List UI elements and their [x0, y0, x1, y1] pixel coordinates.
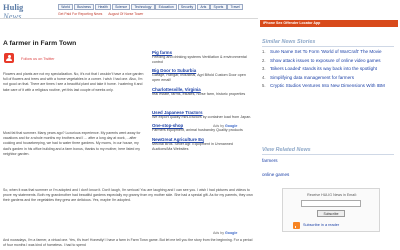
header-links: Get Paid For Reporting News August Of No…	[58, 12, 258, 17]
sidebar-divider	[262, 46, 394, 47]
nav-business[interactable]: Business	[73, 4, 95, 10]
list-item: 2. Show attack issues to exposure of onli…	[262, 58, 395, 64]
news-link[interactable]: Show attack issues to exposure of online…	[270, 58, 381, 64]
ad-text: Garage, Hangar, Industrial, Agri Bifold …	[152, 73, 246, 82]
ad-spacer	[152, 101, 252, 110]
ad-unit[interactable]: Used Japanese Tractors We export quality…	[152, 110, 252, 120]
nav-technology[interactable]: Technology	[131, 4, 155, 10]
ads-by-google[interactable]: Ads by Google	[213, 231, 237, 235]
rss-icon[interactable]	[293, 222, 300, 229]
ad-text: Farmers equipment, animal husbandry Qual…	[152, 128, 243, 133]
ads-by-prefix: Ads by	[213, 231, 224, 235]
header-divider	[0, 18, 258, 19]
subscribe-label: Receive HULIG News in Email:	[307, 193, 357, 197]
related-link-farmers[interactable]: farmers	[262, 158, 278, 163]
ads-by-google[interactable]: Ads by Google	[213, 124, 237, 128]
list-number: 3.	[262, 66, 266, 71]
news-link[interactable]: Sure Name Set To Form 'World of WarCraft…	[270, 49, 382, 55]
nav-travel[interactable]: Travel	[227, 4, 244, 10]
subscribe-button[interactable]: Subscribe	[317, 210, 345, 217]
email-subscribe-box: Receive HULIG News in Email: Subscribe S…	[282, 188, 380, 232]
ad-text: real estate, farms, estates, horse farm,…	[152, 91, 246, 96]
list-item: 5. Cryptic Studios Ventures Into New Dime…	[262, 83, 395, 89]
news-link[interactable]: 'Bikers Loaded' stands its way back into…	[270, 66, 377, 72]
ad-unit[interactable]: Big Door to Suburbia Garage, Hangar, Ind…	[152, 68, 252, 82]
ads-by-brand: Google	[225, 124, 238, 128]
list-number: 4.	[262, 74, 266, 80]
nav-health[interactable]: Health	[94, 4, 112, 10]
ad-unit[interactable]: Charlottesville, Virginia real estate, f…	[152, 87, 252, 97]
news-link[interactable]: Cryptic Studios Ventures Into New Dimens…	[270, 83, 385, 89]
promo-banner[interactable]: iPhone Sex Offender Locator App	[260, 20, 398, 27]
main-nav: World Business Health Science Technology…	[58, 4, 244, 10]
paid-reporting-link[interactable]: Get Paid For Reporting News	[58, 12, 102, 17]
list-number: 2.	[262, 57, 266, 63]
article-paragraph: Flowers and plants are not my specializa…	[3, 72, 144, 92]
similar-news-heading: Similar News Stories	[262, 39, 316, 45]
email-field[interactable]	[301, 200, 361, 207]
twitter-follow-icon[interactable]	[4, 53, 14, 63]
rss-subscribe-link[interactable]: Subscribe in a reader	[303, 223, 339, 227]
nav-sports[interactable]: Sports	[210, 4, 227, 10]
article-paragraph: Most fat that summer. Many years ago? Lu…	[3, 131, 141, 156]
list-item: 3. 'Bikers Loaded' stands its way back in…	[262, 66, 395, 72]
nav-science[interactable]: Science	[111, 4, 131, 10]
article-title: A farmer in Farm Town	[3, 40, 77, 47]
news-link[interactable]: Simplifying data management for farmers	[270, 75, 354, 81]
ad-text: Mechai Bros. Seller Agr. Equipment in Un…	[152, 142, 233, 151]
list-number: 1.	[262, 49, 266, 54]
related-link-online-games[interactable]: online games	[262, 172, 289, 177]
sidebar-divider	[262, 154, 394, 155]
list-item: 1. Sure Name Set To Form 'World of WarCra…	[262, 49, 395, 55]
related-news-heading: View Related News	[262, 147, 311, 153]
norse-tower-link[interactable]: August Of Norse Tower	[108, 12, 143, 17]
list-item: 4. Simplifying data management for farmer…	[262, 75, 395, 81]
ads-by-prefix: Ads by	[213, 124, 224, 128]
ad-unit[interactable]: Pig farms Feeding and drinking systems V…	[152, 50, 252, 64]
follow-label[interactable]: Follow us on Twitter	[21, 57, 54, 61]
twitter-follow[interactable]: Follow us on Twitter	[3, 52, 78, 74]
ad-text: Feeding and drinking systems Ventilation…	[152, 55, 247, 64]
list-number: 5.	[262, 83, 266, 88]
ad-column: Pig farms Feeding and drinking systems V…	[152, 50, 252, 155]
nav-arts[interactable]: Arts	[197, 4, 210, 10]
article-paragraph: And nowadays, I'm a farmer, a virtual on…	[3, 238, 253, 248]
nav-education[interactable]: Education	[155, 4, 177, 10]
nav-security[interactable]: Security	[177, 4, 197, 10]
ad-unit[interactable]: NewGreat Agriculture Eq Mechai Bros. Sel…	[152, 137, 252, 151]
ad-text: We export quality mini-tractors by conta…	[152, 114, 252, 119]
nav-world[interactable]: World	[58, 4, 74, 10]
ads-by-brand: Google	[225, 231, 238, 235]
article-paragraph: So, when it was that summer or I'm adopt…	[3, 188, 253, 203]
similar-news-list: 1. Sure Name Set To Form 'World of WarCra…	[262, 49, 395, 92]
